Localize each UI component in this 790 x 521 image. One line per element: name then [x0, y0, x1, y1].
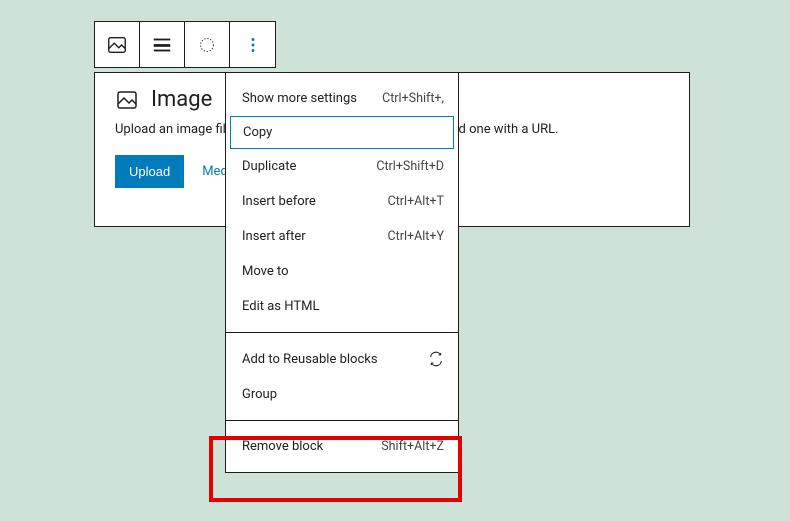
menu-label: Move to: [242, 264, 289, 279]
block-title: Image: [151, 87, 212, 112]
menu-edit-as-html[interactable]: Edit as HTML: [226, 289, 458, 324]
menu-group-2: Add to Reusable blocks Group: [226, 333, 458, 420]
menu-label: Add to Reusable blocks: [242, 352, 378, 367]
menu-group-1: Show more settings Ctrl+Shift+, Copy Dup…: [226, 73, 458, 332]
crop-icon: [196, 34, 218, 56]
menu-label: Group: [242, 387, 277, 402]
menu-group-3: Remove block Shift+Alt+Z: [226, 421, 458, 472]
menu-shortcut: Ctrl+Alt+T: [388, 194, 444, 209]
menu-label: Remove block: [242, 439, 323, 454]
more-options-icon: [242, 34, 264, 56]
image-type-icon: [106, 34, 128, 56]
block-toolbar: [94, 21, 276, 68]
menu-shortcut: Shift+Alt+Z: [381, 439, 444, 454]
menu-insert-before[interactable]: Insert before Ctrl+Alt+T: [226, 184, 458, 219]
menu-label: Insert after: [242, 229, 306, 244]
toolbar-more-options[interactable]: [230, 22, 275, 67]
menu-add-to-reusable[interactable]: Add to Reusable blocks: [226, 341, 458, 377]
menu-group-action[interactable]: Group: [226, 377, 458, 412]
menu-label: Edit as HTML: [242, 299, 319, 314]
menu-label: Show more settings: [242, 91, 357, 106]
more-options-menu: Show more settings Ctrl+Shift+, Copy Dup…: [225, 72, 459, 473]
menu-label: Insert before: [242, 194, 316, 209]
upload-button[interactable]: Upload: [115, 155, 184, 188]
menu-shortcut: Ctrl+Shift+D: [376, 159, 444, 174]
menu-duplicate[interactable]: Duplicate Ctrl+Shift+D: [226, 149, 458, 184]
menu-label: Duplicate: [242, 159, 296, 174]
toolbar-crop[interactable]: [185, 22, 230, 67]
toolbar-align[interactable]: [140, 22, 185, 67]
menu-copy[interactable]: Copy: [230, 116, 454, 149]
menu-move-to[interactable]: Move to: [226, 254, 458, 289]
menu-shortcut: Ctrl+Shift+,: [382, 91, 444, 106]
align-icon: [151, 34, 173, 56]
reusable-icon: [428, 351, 444, 367]
menu-show-more-settings[interactable]: Show more settings Ctrl+Shift+,: [226, 81, 458, 116]
menu-remove-block[interactable]: Remove block Shift+Alt+Z: [226, 429, 458, 464]
image-icon: [115, 88, 139, 112]
menu-shortcut: Ctrl+Alt+Y: [388, 229, 444, 244]
menu-insert-after[interactable]: Insert after Ctrl+Alt+Y: [226, 219, 458, 254]
menu-label: Copy: [243, 125, 272, 140]
toolbar-image-type[interactable]: [95, 22, 140, 67]
